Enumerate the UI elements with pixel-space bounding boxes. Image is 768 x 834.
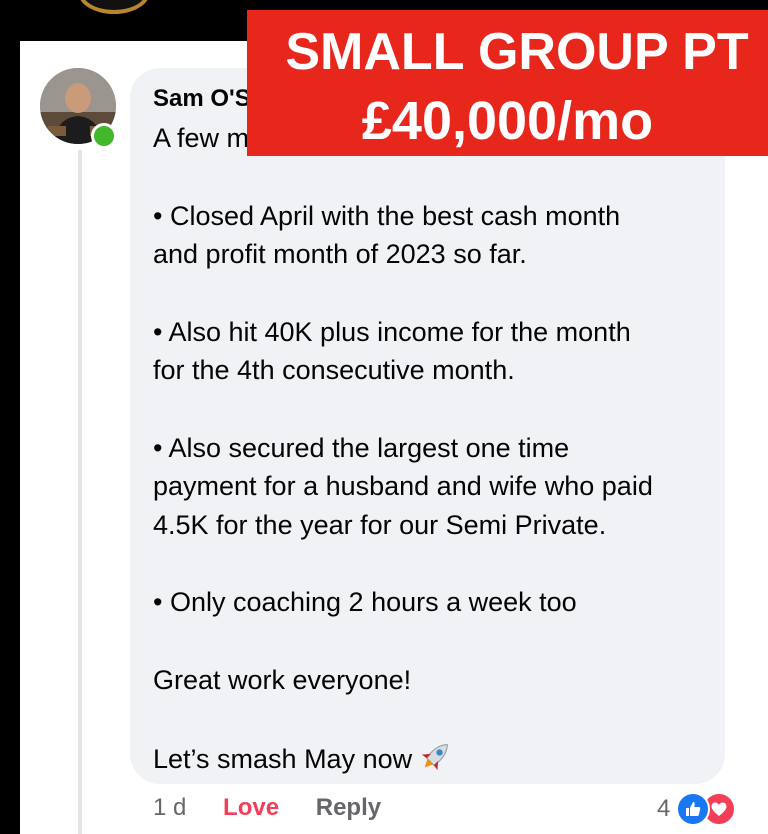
comment-line: Great work everyone! [153,664,412,695]
logo [78,0,150,14]
comment-actions: 1 d Love Reply [153,794,411,822]
reaction-count: 4 [657,795,671,822]
love-button[interactable]: Love [223,794,279,821]
comment-line: • Only coaching 2 hours a week too [153,587,577,617]
headline-banner: SMALL GROUP PT £40,000/mo [247,10,768,156]
comment-line: • Also hit 40K plus income for the month [153,316,631,347]
banner-title: SMALL GROUP PT [285,23,749,81]
comment-line: Let’s smash May now [153,744,413,774]
like-icon [676,792,711,826]
comment-line: payment for a husband and wife who paid [153,471,653,501]
comment-line: • Also secured the largest one time [153,432,570,463]
reactions-summary[interactable]: 4 [657,792,737,826]
comment-line: for the 4th consecutive month. [153,355,515,385]
comment-body: A few m • Closed April with the best cas… [153,119,718,777]
comment-line: and profit month of 2023 so far. [153,239,527,269]
comment-line: • Closed April with the best cash month [153,200,621,231]
screenshot: Sam O'S A few m • Closed April with the … [0,0,768,834]
thread-line [78,150,82,834]
comment-author[interactable]: Sam O'S [153,85,251,113]
comment-last-line: Let’s smash May now [153,738,718,777]
comment-line: 4.5K for the year for our Semi Private. [153,509,607,540]
rocket-icon [418,738,454,785]
reply-button[interactable]: Reply [316,794,381,821]
comment-timestamp[interactable]: 1 d [153,794,186,821]
banner-subtitle: £40,000/mo [361,91,654,151]
online-status-dot [91,123,117,149]
